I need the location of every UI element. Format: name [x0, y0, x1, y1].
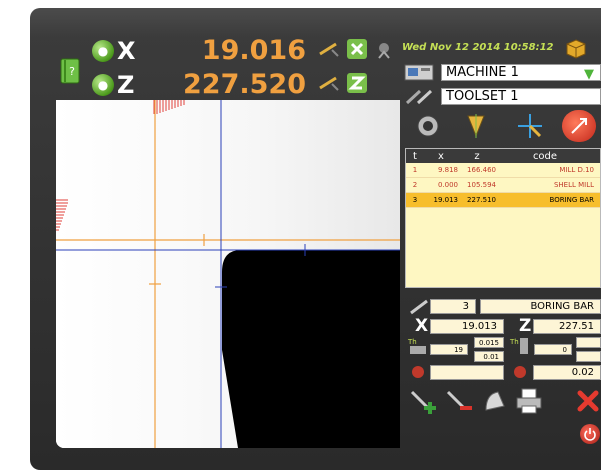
thread-right-minus-field[interactable]: [576, 351, 601, 362]
row-z: 105.594: [467, 181, 496, 189]
table-row[interactable]: 1 9.818 166.460 MILL D.10: [406, 163, 600, 178]
chevron-down-icon: ▼: [584, 67, 594, 82]
row-t: 3: [412, 196, 418, 204]
x-zero-icon[interactable]: [346, 38, 368, 60]
tool-name-field[interactable]: BORING BAR: [480, 299, 601, 314]
machine-icon: [404, 62, 438, 82]
delete-tool-icon[interactable]: [444, 386, 474, 416]
z-axis-value: 227.520: [183, 69, 306, 100]
crosshair-view-icon[interactable]: [516, 112, 544, 140]
thread-right-main-field[interactable]: 0: [534, 344, 572, 355]
toolset-select[interactable]: TOOLSET 1: [441, 88, 601, 105]
tip-radius-right-icon: [510, 364, 530, 380]
thread-left-minus-field[interactable]: 0.01: [474, 351, 504, 362]
row-x: 0.000: [437, 181, 458, 189]
tool-table: t x z code 1 9.818 166.460 MILL D.10 2 0…: [405, 148, 601, 288]
z-measure-icon[interactable]: [318, 74, 340, 94]
close-icon[interactable]: [574, 386, 601, 416]
tool-number-field[interactable]: 3: [430, 299, 476, 314]
row-t: 2: [412, 181, 418, 189]
book-icon[interactable]: ?: [60, 58, 80, 84]
svg-text:?: ?: [69, 65, 75, 78]
tip-radius-right-field[interactable]: 0.02: [533, 365, 601, 380]
header-z: z: [474, 150, 480, 162]
tool-holder-icon[interactable]: [480, 386, 510, 416]
machine-select[interactable]: MACHINE 1 ▼: [441, 64, 601, 82]
row-z: 166.460: [467, 166, 496, 174]
tool-view-icon[interactable]: [462, 112, 490, 140]
row-code: SHELL MILL: [553, 181, 594, 189]
add-tool-icon[interactable]: [408, 386, 438, 416]
lock-icon[interactable]: ●: [92, 74, 114, 96]
z-axis-letter: Z: [117, 71, 135, 99]
measure-mode-icon[interactable]: [562, 110, 596, 142]
row-x: 19.013: [433, 196, 459, 204]
table-row[interactable]: 2 0.000 105.594 SHELL MILL: [406, 178, 600, 193]
tip-radius-left-field[interactable]: [430, 365, 504, 380]
power-icon[interactable]: [580, 424, 600, 444]
x-measure-icon[interactable]: [318, 40, 340, 60]
tip-radius-left-icon: [408, 364, 428, 380]
x-axis-letter: X: [117, 37, 136, 65]
z-zero-icon[interactable]: [346, 72, 368, 94]
tool-table-header: t x z code: [406, 149, 600, 163]
printer-icon[interactable]: [514, 386, 544, 416]
thread-left-main-field[interactable]: 19: [430, 344, 468, 355]
datetime-display: Wed Nov 12 2014 10:58:12: [402, 42, 554, 53]
row-t: 1: [412, 166, 418, 174]
row-code: MILL D.10: [559, 166, 594, 174]
svg-text:Th: Th: [509, 338, 519, 346]
x-offset-field[interactable]: 19.013: [430, 319, 504, 334]
tool-number-icon: [408, 298, 432, 316]
x-axis-row: ● X: [92, 36, 136, 66]
view-canvas[interactable]: [56, 100, 400, 448]
row-code: BORING BAR: [549, 196, 594, 204]
z-axis-row: ● Z: [92, 70, 134, 100]
row-x: 9.818: [437, 166, 458, 174]
toolset-select-value: TOOLSET 1: [446, 89, 519, 104]
header-code: code: [532, 150, 558, 162]
thread-left-plus-field[interactable]: 0.015: [474, 337, 504, 348]
toolset-icon: [404, 87, 438, 107]
header-x: x: [438, 150, 444, 162]
z-offset-field[interactable]: 227.51: [533, 319, 601, 334]
svg-text:Th: Th: [407, 338, 417, 346]
header-t: t: [413, 150, 417, 162]
lock-icon[interactable]: ●: [92, 40, 114, 62]
machine-select-value: MACHINE 1: [446, 65, 519, 80]
thread-left-icon: Th: [406, 336, 430, 356]
thread-right-plus-field[interactable]: [576, 337, 601, 348]
workpiece-shape: [222, 250, 400, 448]
camera-view-icon[interactable]: [414, 112, 442, 140]
thread-right-icon: Th: [508, 336, 532, 356]
probe-icon[interactable]: [374, 40, 394, 60]
x-offset-label: X: [415, 316, 429, 336]
x-axis-value: 19.016: [201, 35, 306, 66]
z-offset-label: Z: [519, 316, 532, 336]
row-z: 227.510: [467, 196, 496, 204]
frame-glow: [30, 8, 601, 38]
cube-icon[interactable]: [565, 38, 587, 60]
table-row-selected[interactable]: 3 19.013 227.510 BORING BAR: [406, 193, 600, 208]
